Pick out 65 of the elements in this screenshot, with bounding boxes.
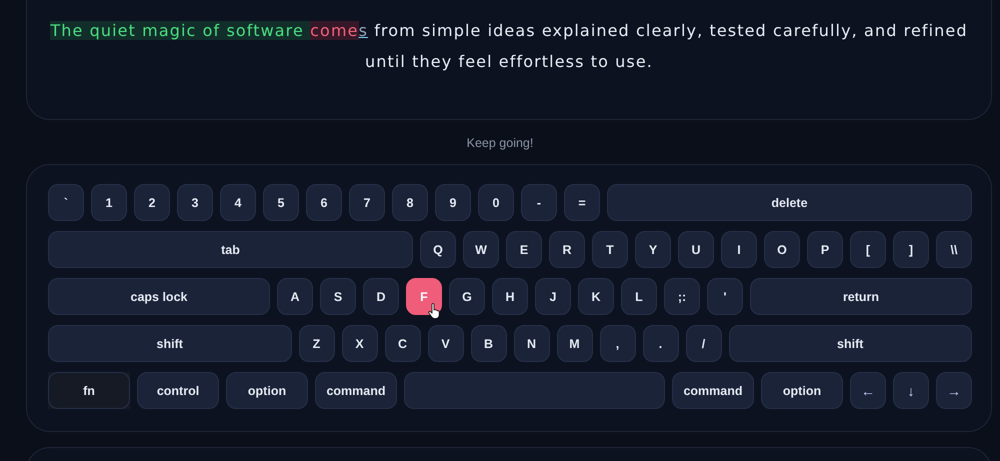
keyboard-key[interactable]: / [686, 325, 722, 362]
keyboard-key[interactable]: command [315, 372, 397, 409]
keyboard-key[interactable]: R [549, 231, 585, 268]
keyboard-key[interactable]: ' [707, 278, 743, 315]
keyboard-key[interactable]: ← [850, 372, 886, 409]
keyboard-key[interactable]: C [384, 325, 420, 362]
keyboard-key[interactable]: 0 [478, 184, 514, 221]
keyboard-key[interactable]: V [428, 325, 464, 362]
keyboard-key[interactable]: control [137, 372, 219, 409]
keyboard-key[interactable]: H [492, 278, 528, 315]
keyboard-key[interactable]: caps lock [48, 278, 270, 315]
keyboard-key[interactable]: option [761, 372, 843, 409]
keyboard-key[interactable]: [ [850, 231, 886, 268]
keyboard-key[interactable]: shift [728, 325, 972, 362]
keyboard-key[interactable]: ` [48, 184, 84, 221]
keyboard-key[interactable]: 3 [177, 184, 213, 221]
keyboard-key[interactable]: 2 [134, 184, 170, 221]
keyboard-key[interactable]: G [449, 278, 485, 315]
keyboard-key[interactable]: 8 [392, 184, 428, 221]
keyboard-key[interactable]: P [807, 231, 843, 268]
keyboard-key[interactable]: 6 [306, 184, 342, 221]
keyboard-key[interactable]: U [678, 231, 714, 268]
spacebar[interactable] [404, 372, 665, 409]
keyboard-key[interactable]: Z [298, 325, 334, 362]
keyboard-key[interactable]: ;: [664, 278, 700, 315]
keyboard-key[interactable]: delete [607, 184, 972, 221]
keyboard-key[interactable]: 7 [349, 184, 385, 221]
keyboard-key[interactable]: . [642, 325, 678, 362]
keyboard-key[interactable]: shift [48, 325, 292, 362]
keyboard-key[interactable]: D [363, 278, 399, 315]
keyboard-key[interactable]: - [521, 184, 557, 221]
keyboard-key[interactable]: 1 [91, 184, 127, 221]
keyboard-key[interactable]: ] [893, 231, 929, 268]
keyboard-key[interactable]: 5 [263, 184, 299, 221]
keyboard-key[interactable]: 9 [435, 184, 471, 221]
keyboard-key[interactable]: command [672, 372, 754, 409]
keyboard-key[interactable]: fn [48, 372, 130, 409]
hand-cursor-icon [428, 303, 440, 319]
keyboard-key[interactable]: 4 [220, 184, 256, 221]
keyboard-key[interactable]: K [578, 278, 614, 315]
keyboard-key[interactable]: X [342, 325, 378, 362]
keyboard-key[interactable]: S [320, 278, 356, 315]
status-message: Keep going! [466, 136, 534, 150]
keyboard-key[interactable]: \\ [936, 231, 972, 268]
keyboard-key[interactable]: J [535, 278, 571, 315]
keyboard-key[interactable]: W [463, 231, 499, 268]
keyboard-key[interactable]: O [764, 231, 800, 268]
keyboard-key[interactable]: Q [420, 231, 456, 268]
keyboard-key[interactable]: return [750, 278, 972, 315]
keyboard-key[interactable]: option [226, 372, 308, 409]
keyboard-key[interactable]: → [936, 372, 972, 409]
keyboard-key[interactable]: B [470, 325, 506, 362]
keyboard-key[interactable]: M [556, 325, 592, 362]
keyboard-key[interactable]: I [721, 231, 757, 268]
typing-text: The quiet magic of software comes from simple ideas explained clearly, tested carefully, and refined until they feel effortless to use. [49, 20, 969, 73]
keyboard-key[interactable]: , [600, 325, 636, 362]
keyboard-key[interactable]: Y [635, 231, 671, 268]
keyboard-key[interactable]: E [506, 231, 542, 268]
keyboard-key[interactable]: ↓ [893, 372, 929, 409]
keyboard-key[interactable]: N [514, 325, 550, 362]
keyboard-key[interactable]: T [592, 231, 628, 268]
keyboard-key[interactable]: = [564, 184, 600, 221]
keyboard-key[interactable]: A [277, 278, 313, 315]
keyboard-key[interactable]: tab [48, 231, 413, 268]
keyboard-key[interactable]: L [621, 278, 657, 315]
